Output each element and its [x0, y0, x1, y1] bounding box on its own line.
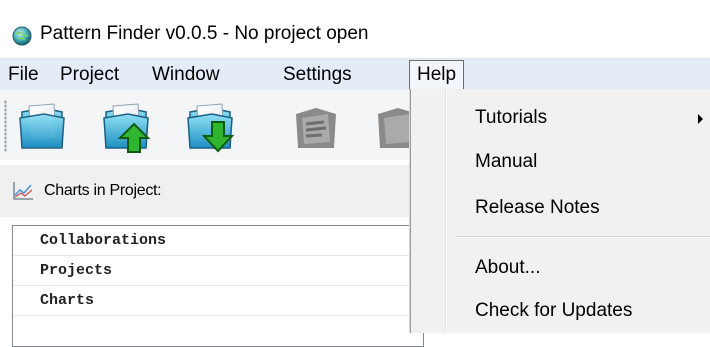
upload-project-icon — [103, 103, 151, 153]
open-project-icon — [19, 103, 65, 149]
menu-item-about[interactable]: About... — [475, 257, 541, 279]
charts-list: Collaborations Projects Charts — [12, 225, 424, 347]
menu-bar: File Project Window Settings Help — [0, 58, 710, 91]
toolbar — [0, 90, 418, 160]
title-bar: Pattern Finder v0.0.5 - No project open — [0, 0, 710, 58]
disabled-action-button-1[interactable] — [288, 98, 344, 154]
charts-panel-title: Charts in Project: — [44, 182, 162, 199]
submenu-arrow-icon — [698, 114, 703, 124]
window-title: Pattern Finder v0.0.5 - No project open — [40, 23, 369, 44]
menu-item-check-for-updates[interactable]: Check for Updates — [475, 300, 632, 322]
app-globe-icon — [12, 26, 32, 46]
menu-window[interactable]: Window — [150, 59, 222, 90]
download-project-button[interactable] — [182, 98, 238, 154]
menu-file[interactable]: File — [6, 59, 41, 90]
chart-list-item[interactable]: Charts — [13, 286, 423, 316]
open-project-button[interactable] — [14, 98, 70, 154]
disabled-action-icon — [296, 108, 336, 148]
menu-item-manual[interactable]: Manual — [475, 151, 537, 173]
menu-project[interactable]: Project — [58, 59, 121, 90]
menu-separator — [455, 236, 710, 238]
menu-settings[interactable]: Settings — [281, 59, 354, 90]
chart-list-item[interactable]: Collaborations — [13, 226, 423, 256]
menu-icon-gutter — [445, 89, 447, 333]
help-dropdown-menu: Tutorials Manual Release Notes About... … — [410, 89, 710, 333]
menu-item-tutorials[interactable]: Tutorials — [475, 107, 547, 129]
download-project-icon — [187, 103, 235, 153]
charts-panel-header: Charts in Project: — [0, 165, 410, 217]
chart-list-item[interactable]: Projects — [13, 256, 423, 286]
menu-help[interactable]: Help — [409, 60, 465, 90]
line-chart-icon — [13, 182, 33, 200]
upload-project-button[interactable] — [98, 98, 154, 154]
toolbar-grip[interactable] — [4, 100, 7, 152]
menu-item-release-notes[interactable]: Release Notes — [475, 197, 600, 219]
